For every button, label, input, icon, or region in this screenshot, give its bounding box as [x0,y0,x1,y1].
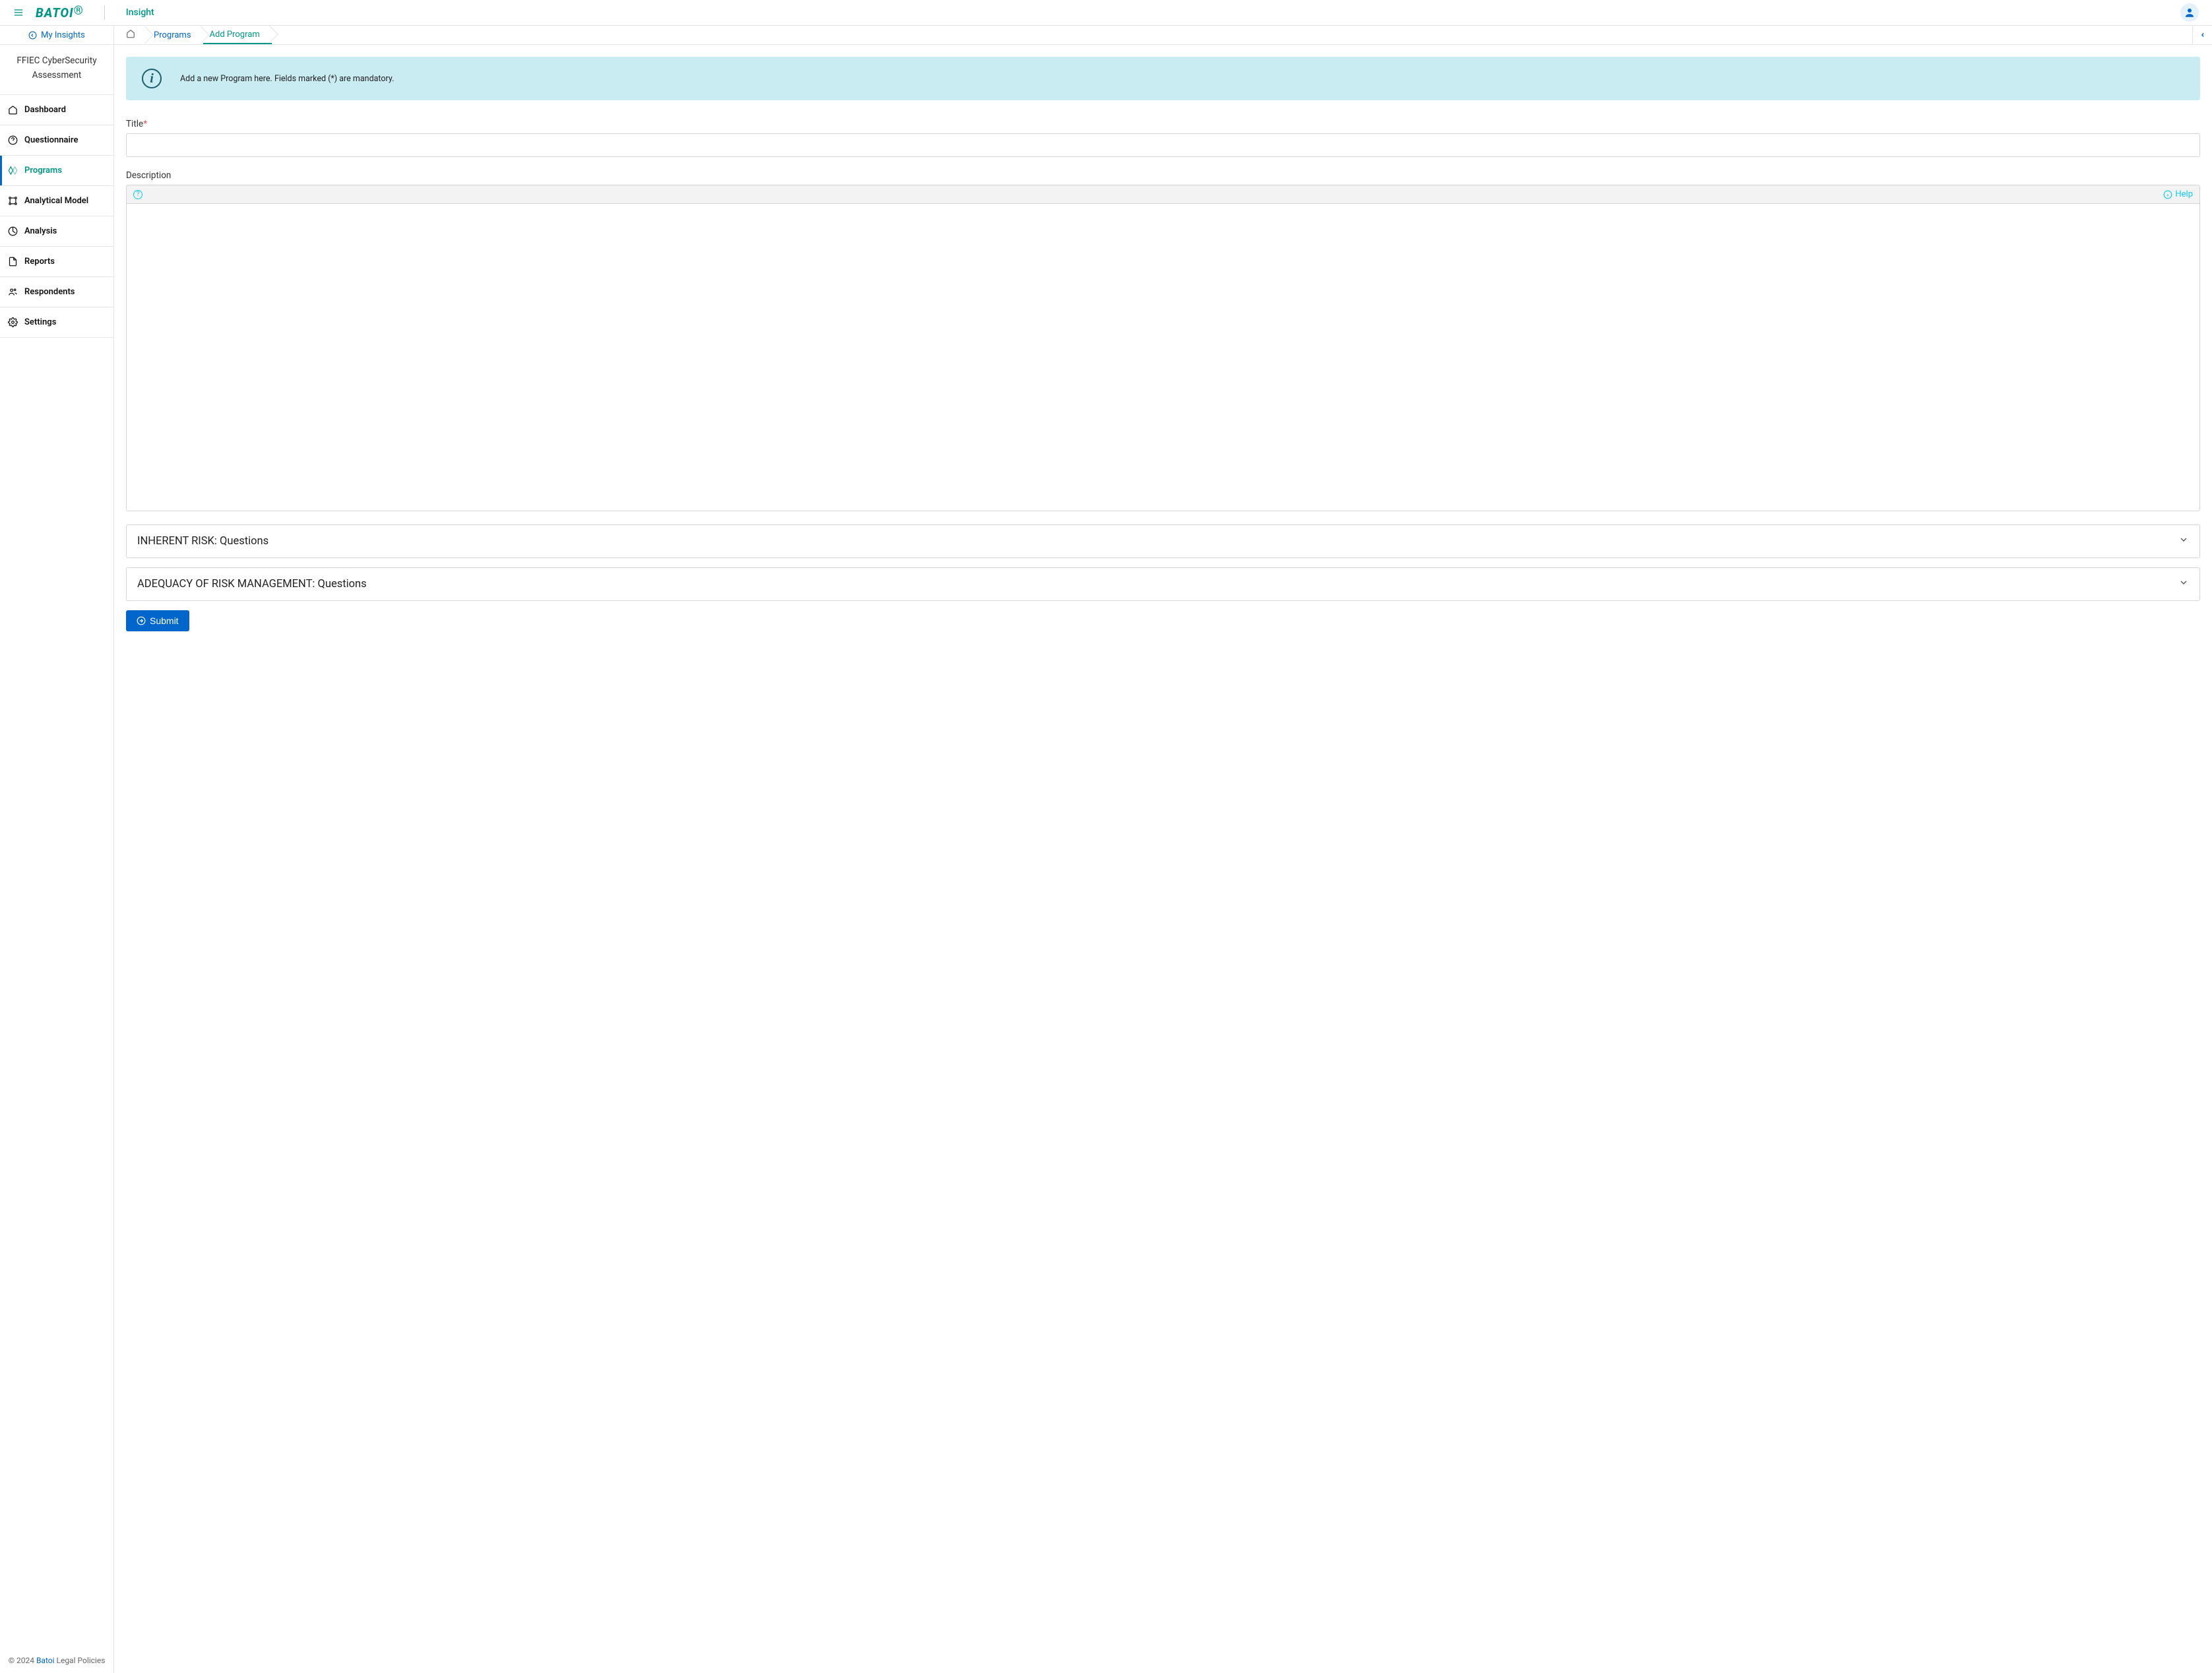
gear-icon [8,317,18,327]
submit-button[interactable]: Submit [126,610,189,631]
accordion-title: INHERENT RISK: Questions [137,535,269,548]
sidebar-item-respondents[interactable]: Respondents [0,277,113,307]
breadcrumb: Programs Add Program [114,26,272,44]
my-insights-link[interactable]: My Insights [0,26,113,45]
nav-label: Respondents [24,287,75,297]
programs-icon [8,166,18,175]
users-icon [8,287,18,297]
info-text: Add a new Program here. Fields marked (*… [180,74,394,84]
accordion-header-inherent-risk[interactable]: INHERENT RISK: Questions [127,525,2199,557]
chevron-down-icon [2178,534,2189,548]
toolbar-question-icon[interactable]: ? [133,190,142,199]
form-content: i Add a new Program here. Fields marked … [114,45,2212,643]
editor-toolbar: ? Help [127,185,2199,204]
info-icon: i [142,69,162,88]
help-label: Help [2175,189,2193,199]
breadcrumb-home[interactable] [126,26,147,44]
nav-label: Settings [24,317,56,327]
nav-label: Reports [24,257,55,267]
title-label-text: Title [126,119,143,129]
header-left: BATOI® Insight [13,5,154,20]
breadcrumb-label: Programs [154,30,191,40]
info-banner: i Add a new Program here. Fields marked … [126,57,2200,100]
sidebar-item-reports[interactable]: Reports [0,247,113,276]
description-group: Description ? Help [126,170,2200,511]
question-icon [8,135,18,145]
insight-title: FFIEC CyberSecurity Assessment [0,45,113,94]
reports-icon [8,257,18,267]
nav-label: Programs [24,166,62,175]
main-content: Programs Add Program i Add a new Program… [114,26,2212,1673]
submit-label: Submit [150,616,179,626]
description-editor: ? Help [126,185,2200,511]
required-asterisk: * [143,119,147,129]
description-label: Description [126,170,2200,181]
sidebar-item-analytical-model[interactable]: Analytical Model [0,186,113,216]
sidebar-item-programs[interactable]: Programs [0,156,113,185]
sidebar-item-questionnaire[interactable]: Questionnaire [0,125,113,155]
logo-text: BATOI [36,5,74,20]
sidebar-item-analysis[interactable]: Analysis [0,216,113,246]
breadcrumb-bar: Programs Add Program [114,26,2212,45]
copyright-prefix: © 2024 [9,1656,36,1665]
title-label: Title* [126,119,2200,129]
nav-label: Dashboard [24,105,66,115]
chevron-down-icon [2178,577,2189,591]
breadcrumb-label: Add Program [210,30,260,40]
home-icon [126,29,135,41]
sidebar-footer: © 2024 Batoi Legal Policies [0,1648,113,1673]
breadcrumb-add-program[interactable]: Add Program [203,26,272,44]
sidebar-item-settings[interactable]: Settings [0,307,113,337]
logo-divider [104,5,105,20]
brand-logo[interactable]: BATOI® [36,5,83,20]
accordion-adequacy-risk: ADEQUACY OF RISK MANAGEMENT: Questions [126,567,2200,601]
title-input[interactable] [126,133,2200,157]
sidebar-nav: Dashboard Questionnaire Programs Analyti… [0,94,113,1648]
description-textarea[interactable] [127,204,2199,511]
top-header: BATOI® Insight [0,0,2212,26]
nav-label: Analysis [24,226,57,236]
nav-label: Analytical Model [24,196,88,206]
editor-help-link[interactable]: Help [2163,189,2193,199]
menu-toggle-button[interactable] [13,7,24,18]
sidebar-item-dashboard[interactable]: Dashboard [0,95,113,125]
home-icon [8,105,18,115]
nav-label: Questionnaire [24,135,78,145]
collapse-panel-button[interactable] [2192,26,2212,44]
breadcrumb-programs[interactable]: Programs [147,26,203,44]
analysis-icon [8,226,18,236]
accordion-header-adequacy-risk[interactable]: ADEQUACY OF RISK MANAGEMENT: Questions [127,568,2199,600]
model-icon [8,196,18,206]
accordion-title: ADEQUACY OF RISK MANAGEMENT: Questions [137,578,367,590]
my-insights-label: My Insights [41,30,85,40]
footer-brand-link[interactable]: Batoi [36,1656,55,1665]
app-name-label: Insight [126,7,154,18]
accordion-inherent-risk: INHERENT RISK: Questions [126,524,2200,558]
title-group: Title* [126,119,2200,157]
sidebar: My Insights FFIEC CyberSecurity Assessme… [0,26,114,1673]
legal-text: Legal Policies [55,1656,106,1665]
user-avatar[interactable] [2180,3,2199,22]
